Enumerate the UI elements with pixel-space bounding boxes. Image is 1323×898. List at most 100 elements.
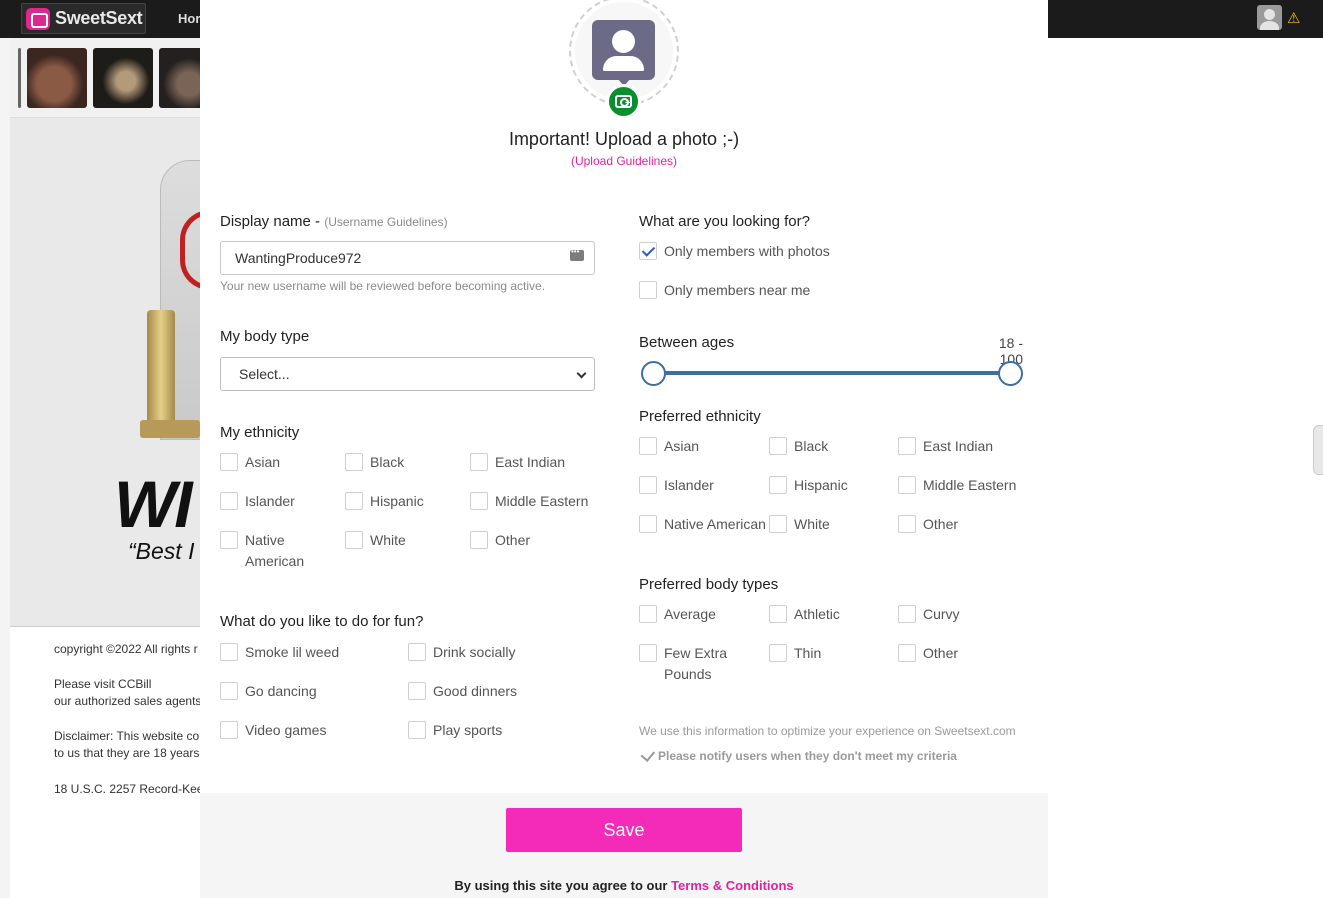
checkbox-box[interactable] [408,721,426,739]
checkbox-box[interactable] [639,476,657,494]
ethnicity-middle-eastern-checkbox[interactable]: Middle Eastern [470,491,588,512]
pref-body-other-checkbox[interactable]: Other [898,643,958,664]
save-button[interactable]: Save [506,808,742,852]
checkbox-box[interactable] [220,492,238,510]
fun-drink-checkbox[interactable]: Drink socially [408,642,515,663]
checkbox-box[interactable] [639,281,657,299]
ethnicity-other-checkbox[interactable]: Other [470,530,530,551]
fun-video-games-checkbox[interactable]: Video games [220,720,326,741]
display-name-input[interactable] [220,241,595,275]
pref-body-thin-checkbox[interactable]: Thin [769,643,821,664]
footer-agents: our authorized sales agents [54,694,200,708]
ethnicity-east-indian-checkbox[interactable]: East Indian [470,452,565,473]
pref-ethnicity-asian-checkbox[interactable]: Asian [639,436,699,457]
pref-body-athletic-checkbox[interactable]: Athletic [769,604,840,625]
checkbox-box[interactable] [769,605,787,623]
hero-graphic [147,310,175,435]
logo-icon [26,7,50,30]
age-slider-track[interactable] [653,371,1011,375]
checkbox-box[interactable] [220,643,238,661]
checkbox-box[interactable] [898,437,916,455]
pref-ethnicity-white-checkbox[interactable]: White [769,514,830,535]
checkbox-box[interactable] [639,515,657,533]
ethnicity-label: My ethnicity [220,424,300,441]
ethnicity-black-checkbox[interactable]: Black [345,452,404,473]
pref-ethnicity-east-indian-checkbox[interactable]: East Indian [898,436,993,457]
display-name-label-text: Display name - [220,213,325,230]
age-slider-min-handle[interactable] [641,361,666,386]
pref-body-curvy-checkbox[interactable]: Curvy [898,604,960,625]
only-photos-checkbox[interactable]: Only members with photos [639,241,830,262]
hero-heading: WI [114,467,193,541]
checkbox-box[interactable] [769,515,787,533]
checkbox-box[interactable] [220,682,238,700]
password-manager-icon[interactable] [570,247,584,261]
pref-ethnicity-hispanic-checkbox[interactable]: Hispanic [769,475,848,496]
ethnicity-islander-checkbox[interactable]: Islander [220,491,295,512]
pref-ethnicity-black-checkbox[interactable]: Black [769,436,828,457]
fun-smoke-checkbox[interactable]: Smoke lil weed [220,642,339,663]
pref-ethnicity-other-checkbox[interactable]: Other [898,514,958,535]
add-photo-camera-icon[interactable] [606,84,641,119]
checkbox-box[interactable] [898,476,916,494]
nav-home-link[interactable]: Hor [178,11,200,26]
checkbox-box[interactable] [639,644,657,662]
fun-label: What do you like to do for fun? [220,613,424,630]
pref-body-average-checkbox[interactable]: Average [639,604,716,625]
side-panel-handle[interactable] [1313,425,1323,475]
pref-ethnicity-islander-checkbox[interactable]: Islander [639,475,714,496]
checkbox-box[interactable] [639,437,657,455]
user-placeholder-icon[interactable] [592,20,655,86]
ethnicity-white-checkbox[interactable]: White [345,530,406,551]
checkbox-box[interactable] [769,476,787,494]
warning-icon[interactable]: ⚠ [1287,9,1300,27]
pref-ethnicity-middle-eastern-checkbox[interactable]: Middle Eastern [898,475,1016,496]
ccbill-link[interactable]: CCBill [118,677,151,691]
checkbox-box[interactable] [898,515,916,533]
fun-dancing-checkbox[interactable]: Go dancing [220,681,317,702]
checkbox-box[interactable] [220,453,238,471]
username-guidelines-link[interactable]: (Username Guidelines) [324,215,447,229]
user-avatar[interactable] [1257,5,1282,30]
body-type-label: My body type [220,328,310,345]
pref-ethnicity-native-american-checkbox[interactable]: Native American [639,514,766,535]
age-slider-max-handle[interactable] [998,361,1023,386]
notify-users-toggle[interactable]: Please notify users when they don't meet… [639,746,957,763]
checkbox-box[interactable] [408,682,426,700]
checkbox-box[interactable] [470,531,488,549]
preferred-ethnicity-label: Preferred ethnicity [639,408,761,425]
thumbnail[interactable] [18,48,21,108]
footer-visit: Please visit CCBill [54,676,200,693]
checkbox-box[interactable] [769,644,787,662]
terms-conditions-link[interactable]: Terms & Conditions [671,878,794,893]
checkbox-box[interactable] [769,437,787,455]
checkbox-box[interactable] [345,531,363,549]
thumbnail[interactable] [27,48,87,108]
username-review-hint: Your new username will be reviewed befor… [220,279,546,293]
checkbox-checked[interactable] [639,242,657,260]
footer-visit-text: Please visit [54,677,119,691]
checkbox-box[interactable] [470,453,488,471]
checkbox-box[interactable] [220,531,238,549]
placeholder-body [603,56,644,71]
ethnicity-hispanic-checkbox[interactable]: Hispanic [345,491,424,512]
thumbnail[interactable] [93,48,153,108]
checkbox-box[interactable] [639,605,657,623]
body-type-select[interactable]: Select... [220,357,595,391]
between-ages-label: Between ages [639,334,735,351]
near-me-checkbox[interactable]: Only members near me [639,280,810,301]
checkbox-box[interactable] [408,643,426,661]
checkbox-box[interactable] [220,721,238,739]
checkbox-box[interactable] [345,453,363,471]
site-logo[interactable]: SweetSext [21,3,146,34]
checkbox-box[interactable] [345,492,363,510]
checkbox-box[interactable] [898,605,916,623]
checkbox-box[interactable] [470,492,488,510]
fun-dinners-checkbox[interactable]: Good dinners [408,681,517,702]
ethnicity-native-american-checkbox[interactable]: Native American [220,530,320,572]
pref-body-few-extra-pounds-checkbox[interactable]: Few Extra Pounds [639,643,749,685]
upload-guidelines-link[interactable]: (Upload Guidelines) [200,154,1048,168]
fun-sports-checkbox[interactable]: Play sports [408,720,502,741]
ethnicity-asian-checkbox[interactable]: Asian [220,452,280,473]
checkbox-box[interactable] [898,644,916,662]
